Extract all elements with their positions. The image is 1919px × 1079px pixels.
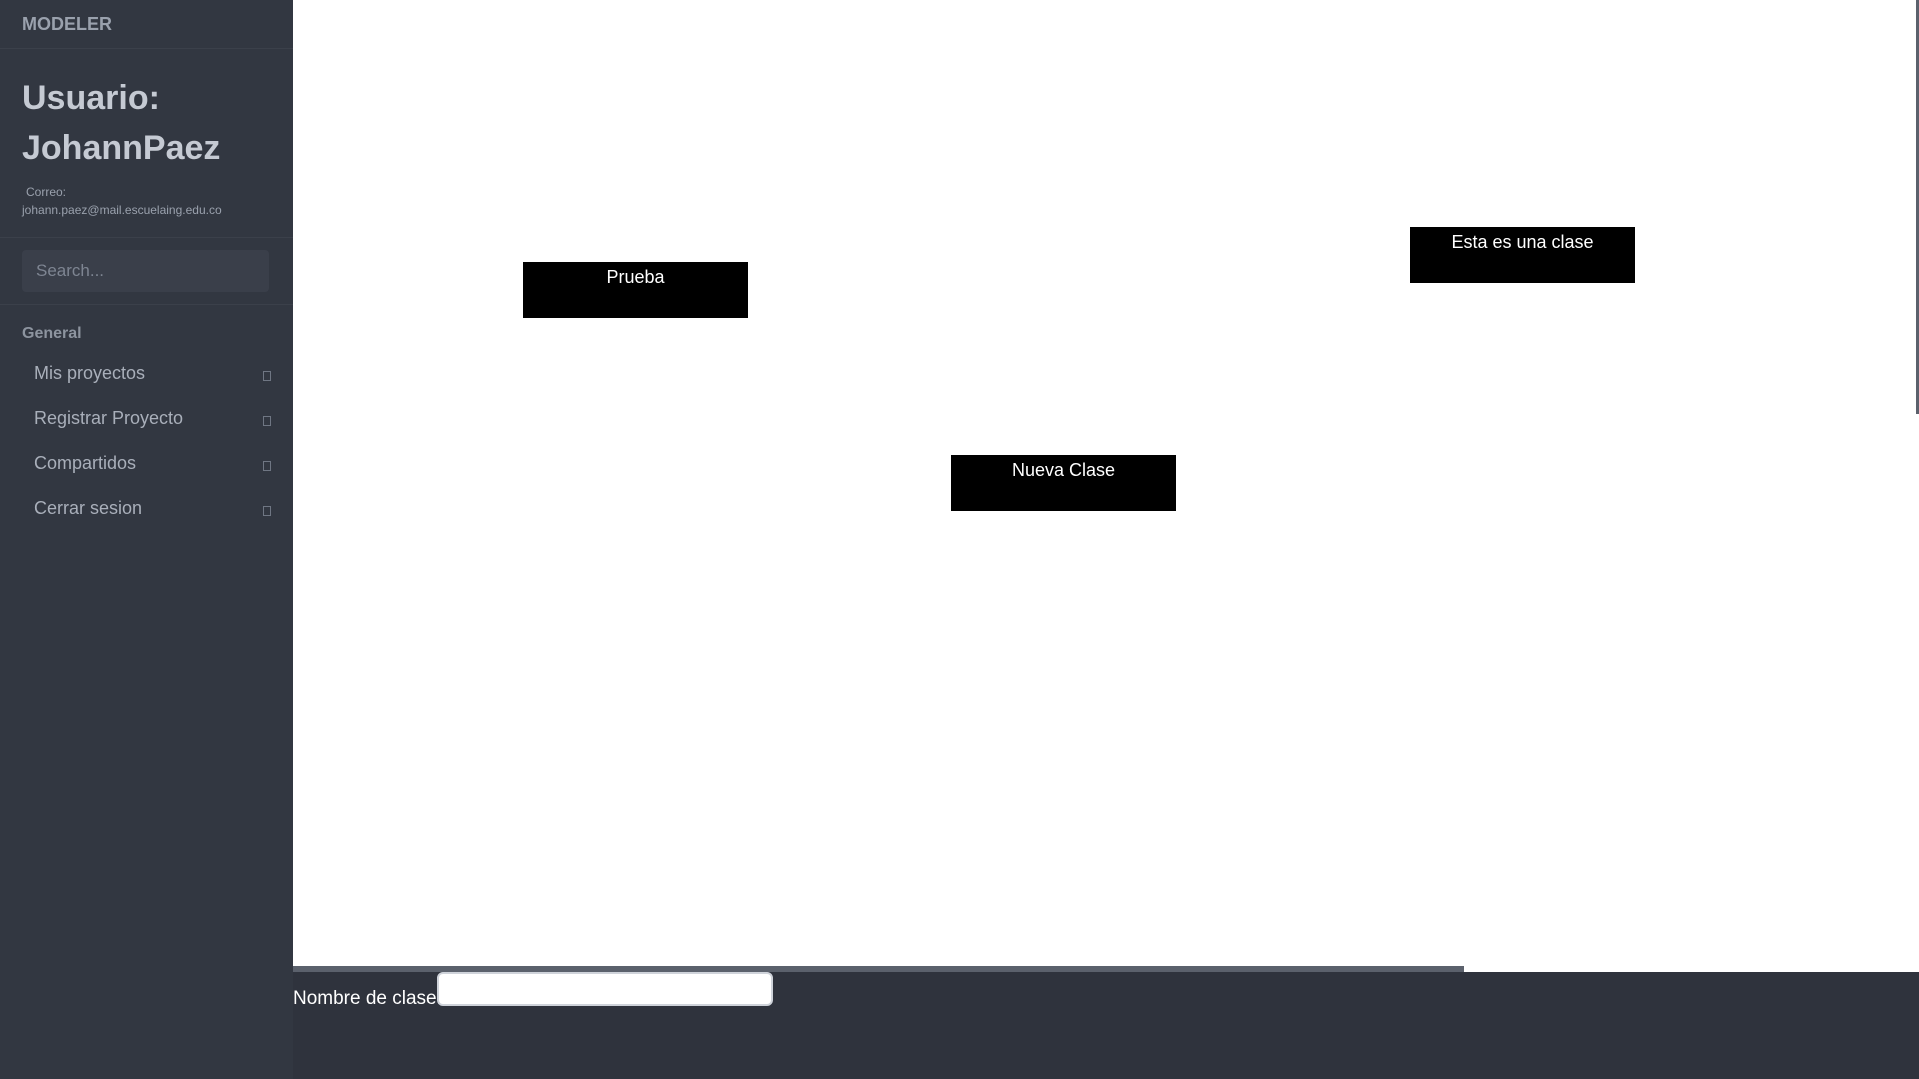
- sidebar-item-label: Mis proyectos: [34, 363, 146, 383]
- sidebar: MODELER Usuario: JohannPaez Correo: joha…: [0, 0, 293, 1079]
- sidebar-item-cerrar-sesion[interactable]: Cerrar sesion: [0, 486, 293, 531]
- sidebar-item-compartidos[interactable]: Compartidos: [0, 441, 293, 486]
- sidebar-nav: Mis proyectos Registrar Proyecto Compart…: [0, 351, 293, 531]
- user-mail: johann.paez@mail.escuelaing.edu.co: [22, 203, 222, 217]
- sidebar-item-label: Cerrar sesion: [34, 498, 143, 518]
- user-info: Usuario: JohannPaez Correo: johann.paez@…: [0, 49, 293, 238]
- user-mail-label: Correo:: [26, 185, 67, 199]
- search-input[interactable]: [22, 250, 269, 292]
- diagram-canvas[interactable]: Prueba Esta es una clase Nueva Clase: [293, 0, 1919, 972]
- section-label-general: General: [22, 325, 82, 342]
- brand-title[interactable]: MODELER: [0, 0, 293, 49]
- sidebar-item-mis-proyectos[interactable]: Mis proyectos: [0, 351, 293, 396]
- search-container: [0, 238, 293, 305]
- sidebar-item-registrar-proyecto[interactable]: Registrar Proyecto: [0, 396, 293, 441]
- sidebar-item-label: Registrar Proyecto: [34, 408, 184, 428]
- box-icon: [263, 416, 271, 426]
- class-editor-bar: Nombre de clase:: [293, 972, 1919, 1079]
- class-name-label: Nombre de clase:: [293, 988, 442, 1009]
- class-box-nueva-clase[interactable]: Nueva Clase: [951, 455, 1176, 511]
- class-box-esta-es-una-clase[interactable]: Esta es una clase: [1410, 227, 1635, 283]
- sidebar-item-label: Compartidos: [34, 453, 137, 473]
- box-icon: [263, 506, 271, 516]
- box-icon: [263, 371, 271, 381]
- app-window: MODELER Usuario: JohannPaez Correo: joha…: [0, 0, 1919, 1079]
- user-title: Usuario: JohannPaez: [22, 79, 221, 167]
- class-name-input[interactable]: [437, 972, 773, 1006]
- box-icon: [263, 461, 271, 471]
- class-box-prueba[interactable]: Prueba: [523, 262, 748, 318]
